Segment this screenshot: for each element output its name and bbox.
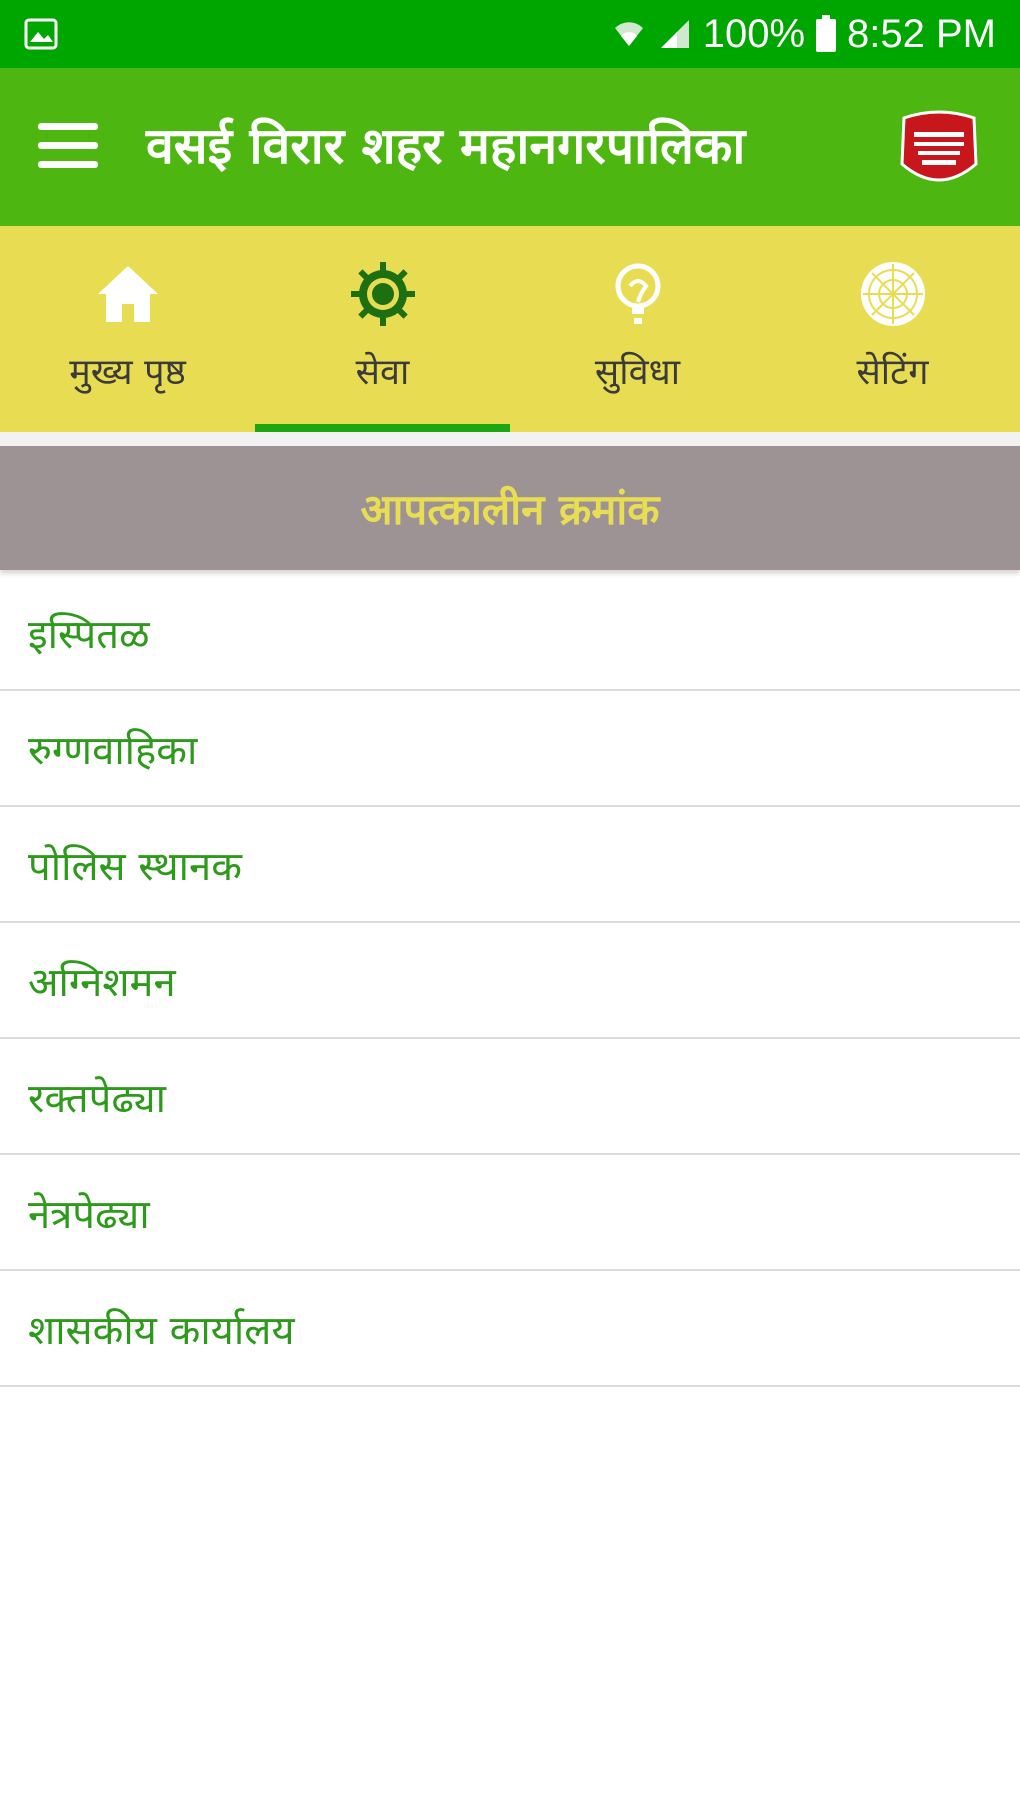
battery-icon [816,15,837,52]
section-header: आपत्कालीन क्रमांक [0,446,1020,570]
tab-facilities-label: सुविधा [594,352,681,393]
list-item-govt-office[interactable]: शासकीय कार्यालय [0,1271,1020,1387]
tab-facilities[interactable]: सुविधा [510,226,765,432]
list-item-fire-brigade[interactable]: अग्निशमन [0,923,1020,1039]
list-item-police-station[interactable]: पोलिस स्थानक [0,807,1020,923]
section-title: आपत्कालीन क्रमांक [360,484,660,534]
battery-percent: 100% [702,11,806,56]
bulb-icon [615,263,660,324]
list-item-label: पोलिस स्थानक [28,843,242,890]
app-title: वसई विरार शहर महानगरपालिका [146,117,746,175]
list-item-label: रक्तपेढ्या [28,1075,166,1122]
wifi-icon [614,22,643,46]
list-item-label: रुग्णवाहिका [28,727,198,774]
settings-icon [860,262,925,326]
list-item-blood-bank[interactable]: रक्तपेढ्या [0,1039,1020,1155]
hamburger-menu-icon[interactable] [38,123,98,173]
list-item-hospital[interactable]: इस्पितळ [0,575,1020,691]
tab-settings[interactable]: सेटिंग [765,226,1020,432]
tab-settings-label: सेटिंग [856,352,929,393]
signal-icon [660,20,689,48]
list-item-label: अग्निशमन [28,959,176,1006]
gear-icon [350,262,415,326]
emergency-list: इस्पितळ रुग्णवाहिका पोलिस स्थानक अग्निशम… [0,575,1020,1387]
tab-services-label: सेवा [355,352,410,393]
tab-services[interactable]: सेवा [255,226,510,432]
tab-home-label: मुख्य पृष्ठ [69,352,186,393]
app-bar: वसई विरार शहर महानगरपालिका [0,68,1020,226]
status-bar: 100% 8:52 PM [0,0,1020,68]
status-right: 100% 8:52 PM [611,0,996,68]
clock: 8:52 PM [847,11,996,56]
tab-bar: मुख्य पृष्ठ सेवा सुविधा सेटिंग [0,226,1020,432]
list-item-label: शासकीय कार्यालय [28,1307,295,1354]
list-item-label: नेत्रपेढ्या [28,1191,150,1238]
home-icon [97,266,158,322]
divider [0,432,1020,446]
tab-home[interactable]: मुख्य पृष्ठ [0,226,255,432]
selected-tab-indicator [255,424,510,432]
municipal-logo [900,110,978,182]
list-item-label: इस्पितळ [28,611,150,658]
gallery-icon [24,18,58,50]
list-item-ambulance[interactable]: रुग्णवाहिका [0,691,1020,807]
list-item-eye-bank[interactable]: नेत्रपेढ्या [0,1155,1020,1271]
